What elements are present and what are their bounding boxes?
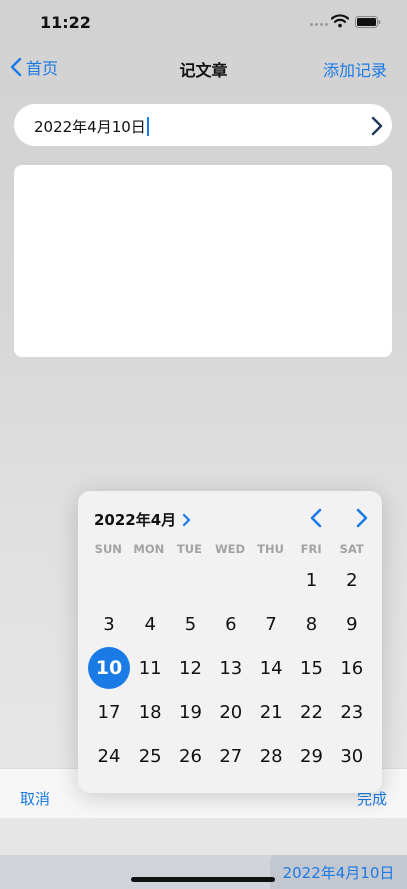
chevron-right-icon[interactable] xyxy=(370,115,384,137)
day-cell[interactable]: 1 xyxy=(291,558,331,602)
day-number: 3 xyxy=(103,613,115,635)
day-number: 11 xyxy=(138,657,162,679)
day-number: 5 xyxy=(184,613,197,635)
cellular-signal-icon xyxy=(310,23,328,27)
chevron-right-icon xyxy=(183,513,191,526)
day-cell[interactable]: 9 xyxy=(332,602,372,646)
date-field-value: 2022年4月10日 xyxy=(34,118,146,136)
day-cell[interactable]: 25 xyxy=(130,734,170,778)
day-cell[interactable]: 26 xyxy=(170,734,210,778)
day-number: 17 xyxy=(97,701,121,723)
day-number: 27 xyxy=(219,745,243,767)
empty-day-cell xyxy=(251,558,291,602)
battery-icon xyxy=(355,16,381,28)
day-cell[interactable]: 29 xyxy=(291,734,331,778)
empty-day-cell xyxy=(211,558,251,602)
empty-day-cell xyxy=(170,558,210,602)
day-cell[interactable]: 30 xyxy=(332,734,372,778)
day-cell[interactable]: 21 xyxy=(251,690,291,734)
empty-day-cell xyxy=(130,558,170,602)
day-number: 25 xyxy=(138,745,162,767)
day-number: 12 xyxy=(179,657,202,679)
day-cell[interactable]: 14 xyxy=(251,646,291,690)
day-cell[interactable]: 2 xyxy=(332,558,372,602)
day-number: 1 xyxy=(305,569,318,591)
day-cell[interactable]: 17 xyxy=(88,690,130,734)
day-cell[interactable]: 20 xyxy=(211,690,251,734)
day-number: 13 xyxy=(219,657,243,679)
next-month-button[interactable] xyxy=(350,507,372,529)
day-number: 23 xyxy=(340,701,364,723)
day-cell[interactable]: 3 xyxy=(88,602,130,646)
add-record-button[interactable]: 添加记录 xyxy=(323,57,387,81)
keyboard-suggestion-bar: 2022年4月10日 xyxy=(0,855,407,889)
day-number: 14 xyxy=(259,657,283,679)
day-cell[interactable]: 13 xyxy=(211,646,251,690)
status-time: 11:22 xyxy=(40,13,91,32)
day-cell[interactable]: 6 xyxy=(211,602,251,646)
previous-month-button[interactable] xyxy=(306,507,328,529)
day-number: 21 xyxy=(259,701,283,723)
day-number: 26 xyxy=(179,745,202,767)
month-year-button[interactable]: 2022年4月 xyxy=(94,509,191,530)
day-cell[interactable]: 4 xyxy=(130,602,170,646)
home-indicator xyxy=(131,877,275,882)
day-number: 7 xyxy=(265,613,277,635)
day-number: 19 xyxy=(179,701,202,723)
day-cell[interactable]: 5 xyxy=(170,602,210,646)
navigation-bar: 首页 记文章 添加记录 xyxy=(0,50,407,84)
day-number: 10 xyxy=(88,647,130,689)
weekday-label: TUE xyxy=(176,542,202,556)
day-cell[interactable]: 7 xyxy=(251,602,291,646)
day-number: 8 xyxy=(305,613,318,635)
date-suggestion[interactable]: 2022年4月10日 xyxy=(270,855,407,889)
day-number: 30 xyxy=(340,745,364,767)
day-number: 24 xyxy=(97,745,121,767)
day-number: 9 xyxy=(346,613,358,635)
day-cell[interactable]: 15 xyxy=(291,646,331,690)
date-field[interactable]: 2022年4月10日 xyxy=(14,104,392,146)
day-cell[interactable]: 22 xyxy=(291,690,331,734)
wifi-icon xyxy=(331,14,349,28)
weekday-label: SUN xyxy=(94,542,122,556)
day-grid: 1 2 3 4 5 6 7 8 9 10 11 12 13 14 15 16 17 18 19 20 21 22 23 24 2… xyxy=(88,558,372,778)
day-cell[interactable]: 18 xyxy=(130,690,170,734)
article-text-area[interactable] xyxy=(14,165,392,357)
day-number: 16 xyxy=(340,657,364,679)
day-cell[interactable]: 12 xyxy=(170,646,210,690)
day-cell[interactable]: 27 xyxy=(211,734,251,778)
month-year-label: 2022年4月 xyxy=(94,511,177,529)
day-cell[interactable]: 23 xyxy=(332,690,372,734)
weekday-label: THU xyxy=(257,542,284,556)
weekday-label: MON xyxy=(133,542,165,556)
selected-day-cell[interactable]: 10 xyxy=(88,646,130,690)
day-number: 2 xyxy=(346,569,358,591)
text-cursor xyxy=(146,117,149,136)
day-number: 15 xyxy=(300,657,323,679)
day-number: 22 xyxy=(300,701,323,723)
day-number: 20 xyxy=(219,701,243,723)
date-field-value-wrap: 2022年4月10日 xyxy=(34,116,149,137)
day-cell[interactable]: 11 xyxy=(130,646,170,690)
day-cell[interactable]: 16 xyxy=(332,646,372,690)
day-cell[interactable]: 28 xyxy=(251,734,291,778)
status-bar: 11:22 xyxy=(0,0,407,44)
day-cell[interactable]: 19 xyxy=(170,690,210,734)
day-number: 4 xyxy=(144,613,156,635)
weekday-header: SUN MON TUE WED THU FRI SAT xyxy=(88,542,372,556)
empty-day-cell xyxy=(88,558,130,602)
day-cell[interactable]: 24 xyxy=(88,734,130,778)
day-number: 6 xyxy=(225,613,237,635)
weekday-label: FRI xyxy=(300,542,322,556)
weekday-label: SAT xyxy=(339,542,364,556)
date-picker-popup: 2022年4月 SUN MON TUE WED THU FRI SAT 1234567891… xyxy=(78,491,382,793)
day-number: 29 xyxy=(300,745,323,767)
weekday-label: WED xyxy=(214,542,246,556)
day-number: 18 xyxy=(138,701,162,723)
day-number: 28 xyxy=(259,745,283,767)
cancel-button[interactable]: 取消 xyxy=(20,788,50,809)
day-cell[interactable]: 8 xyxy=(291,602,331,646)
